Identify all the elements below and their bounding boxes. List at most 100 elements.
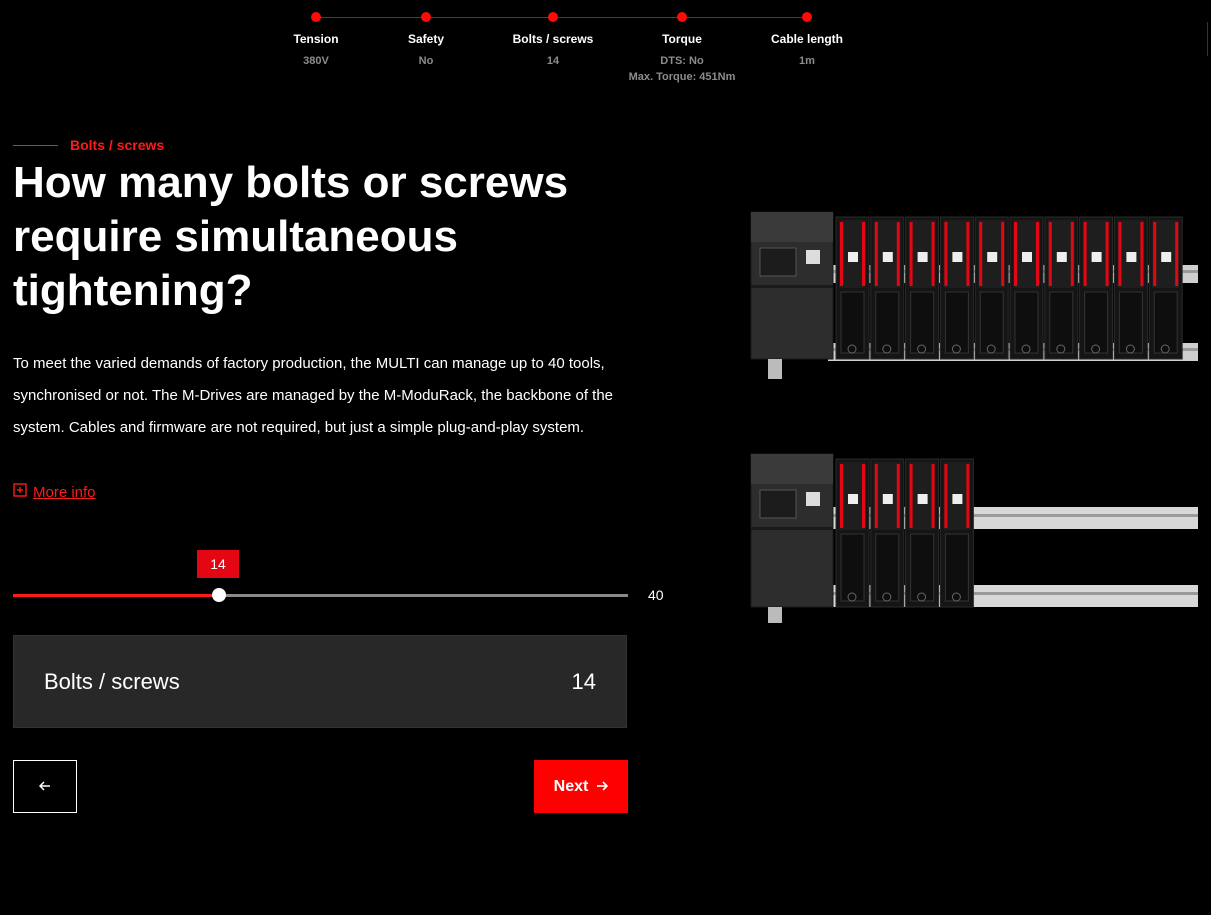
drive-module-part [875,291,900,354]
page-title: How many bolts or screws require simulta… [13,158,569,315]
eyebrow-text: Bolts / screws [70,137,165,153]
drive-module-part [1014,291,1039,354]
drive-module-part [1036,222,1039,286]
progress-stepper: Tension 380V Safety No Bolts / screws 14… [0,0,1211,90]
step-torque[interactable]: Torque DTS: No Max. Torque: 451Nm [602,12,762,85]
step-value: No [418,55,434,67]
drive-module-part [862,464,865,528]
step-tension[interactable]: Tension 380V [256,12,376,69]
drive-module-part [979,222,983,286]
step-label: Safety [407,32,445,46]
drive-module-part [862,222,865,286]
drive-module-part [840,533,865,602]
drive-module-part [1070,222,1074,286]
drive-module-part [896,464,900,528]
drive-module-part [1118,291,1143,354]
drive-module-part [875,533,900,602]
drive-module-part [1118,222,1122,286]
step-bolts-screws[interactable]: Bolts / screws 14 [493,12,613,69]
drive-module-part [1140,222,1144,286]
selection-summary: Bolts / screws 14 [13,635,627,728]
drive-module-part [910,533,935,602]
drive-module-part [1091,252,1102,262]
modurack-image-partial [750,453,1198,623]
section-eyebrow: Bolts / screws [13,137,164,153]
plus-box-icon [13,483,33,501]
step-label: Cable length [770,32,843,46]
slider-max-label: 40 [648,587,664,603]
next-button[interactable]: Next [534,760,628,813]
step-value: 380V [303,55,329,67]
drive-module-part [1049,291,1074,354]
drive-module-part [840,291,865,354]
step-cable-length[interactable]: Cable length 1m [747,12,867,69]
drive-module-part [1083,222,1087,286]
modurack-image-full [750,211,1198,379]
drive-module-part [1056,252,1067,262]
drive-module-part [1153,291,1178,354]
bolts-slider[interactable] [13,588,628,602]
drive-module-part [882,494,893,504]
drive-module-part [909,464,913,528]
drive-module-part [931,464,935,528]
drive-module-part [1161,252,1172,262]
step-label: Bolts / screws [512,32,594,46]
drive-module-part [917,252,928,262]
section-description: To meet the varied demands of factory pr… [13,355,614,436]
step-value: DTS: No Max. Torque: 451Nm [602,53,762,85]
drive-module-part [882,252,893,262]
drive-module-part [952,494,963,504]
summary-value: 14 [571,668,596,694]
drive-module-part [1084,291,1109,354]
drive-module-part [1022,252,1032,262]
back-button[interactable] [13,760,77,813]
drive-module-part [1048,222,1052,286]
eyebrow-line [13,144,58,146]
drive-module-part [952,252,963,262]
drive-module-part [874,222,878,286]
drive-module-part [917,494,928,504]
more-info-link[interactable]: More info [13,483,96,501]
drive-module-part [944,533,969,602]
drive-module-part [979,291,1004,354]
step-label: Torque [662,32,702,46]
next-label: Next [553,777,589,795]
step-dot [677,12,687,22]
drive-module-part [910,291,935,354]
step-safety[interactable]: Safety No [366,12,486,69]
drive-module-part [987,252,998,262]
arrow-left-icon [38,778,51,796]
drive-module-part [1014,222,1017,286]
drive-module-part [1001,222,1005,286]
step-value: 14 [546,55,560,67]
drive-module-part [944,222,948,286]
drive-module-part [1126,252,1137,262]
slider-value-bubble: 14 [197,550,239,578]
drive-module-part [848,494,858,504]
step-label: Tension [293,32,339,46]
summary-label: Bolts / screws [44,668,180,694]
drive-module-part [848,252,858,262]
drive-module-part [840,222,843,286]
drive-module-part [944,464,948,528]
drive-module-part [944,291,969,354]
drive-module-part [1105,222,1109,286]
arrow-right-icon [588,778,609,796]
drive-module-part [896,222,900,286]
slider-thumb[interactable] [212,588,226,602]
drive-module-part [840,464,843,528]
step-value-dts: DTS: No [660,55,704,67]
drive-module-part [874,464,878,528]
slider-fill [13,594,219,597]
drive-module-part [1175,222,1179,286]
drive-module-part [966,464,970,528]
drive-module-part [931,222,935,286]
step-dot [421,12,431,22]
more-info-label: More info [33,483,96,501]
scroll-edge [1207,22,1211,56]
step-value: 1m [799,55,815,67]
step-dot [802,12,812,22]
drive-module-part [909,222,913,286]
drive-module-part [1153,222,1157,286]
step-dot [548,12,558,22]
